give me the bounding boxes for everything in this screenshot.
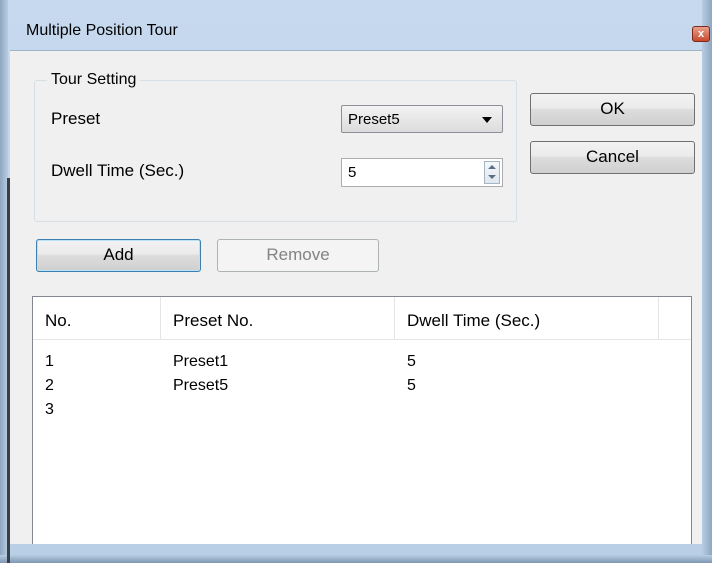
tour-list[interactable]: No. Preset No. Dwell Time (Sec.) 1 Prese…: [32, 296, 692, 544]
close-icon: x: [697, 28, 705, 40]
spin-up-icon[interactable]: [488, 165, 496, 169]
preset-dropdown[interactable]: Preset5: [341, 105, 503, 133]
remove-button[interactable]: Remove: [217, 239, 379, 272]
add-button[interactable]: Add: [36, 239, 201, 272]
row-dwell: 5: [407, 353, 416, 370]
preset-label: Preset: [51, 109, 101, 128]
chevron-down-icon: [482, 117, 492, 123]
preset-dropdown-value: Preset5: [348, 111, 400, 128]
dwell-time-value: 5: [348, 164, 357, 181]
cancel-button[interactable]: Cancel: [530, 141, 695, 174]
tour-setting-group: Tour Setting: [34, 71, 517, 222]
column-header-dwell-time[interactable]: Dwell Time (Sec.): [395, 297, 659, 339]
table-row[interactable]: 2 Preset5 5: [33, 377, 691, 399]
dialog-client-area: Tour Setting Preset Dwell Time (Sec.) Pr…: [10, 50, 702, 544]
column-header-no[interactable]: No.: [33, 297, 161, 339]
tour-setting-label: Tour Setting: [47, 71, 141, 89]
row-dwell: 5: [407, 377, 416, 394]
table-row[interactable]: 1 Preset1 5: [33, 353, 691, 375]
table-row[interactable]: 3: [33, 401, 691, 423]
close-button[interactable]: x: [692, 26, 710, 42]
title-bar[interactable]: Multiple Position Tour x: [10, 6, 710, 46]
window-bottom-border: [0, 555, 712, 563]
ok-button[interactable]: OK: [530, 93, 695, 126]
column-header-filler: [659, 297, 691, 339]
row-preset: Preset1: [173, 353, 229, 370]
row-no: 2: [45, 377, 54, 394]
tour-list-header: No. Preset No. Dwell Time (Sec.): [33, 297, 691, 340]
row-no: 3: [45, 401, 54, 418]
window-right-border: [702, 0, 712, 563]
dwell-time-spin-buttons[interactable]: [484, 161, 500, 184]
window-title: Multiple Position Tour: [26, 22, 178, 39]
dwell-time-label: Dwell Time (Sec.): [51, 161, 185, 180]
dwell-time-spinbox[interactable]: 5: [341, 158, 503, 187]
row-preset: Preset5: [173, 377, 229, 394]
spin-down-icon[interactable]: [488, 175, 496, 179]
column-header-preset-no[interactable]: Preset No.: [161, 297, 395, 339]
row-no: 1: [45, 353, 54, 370]
